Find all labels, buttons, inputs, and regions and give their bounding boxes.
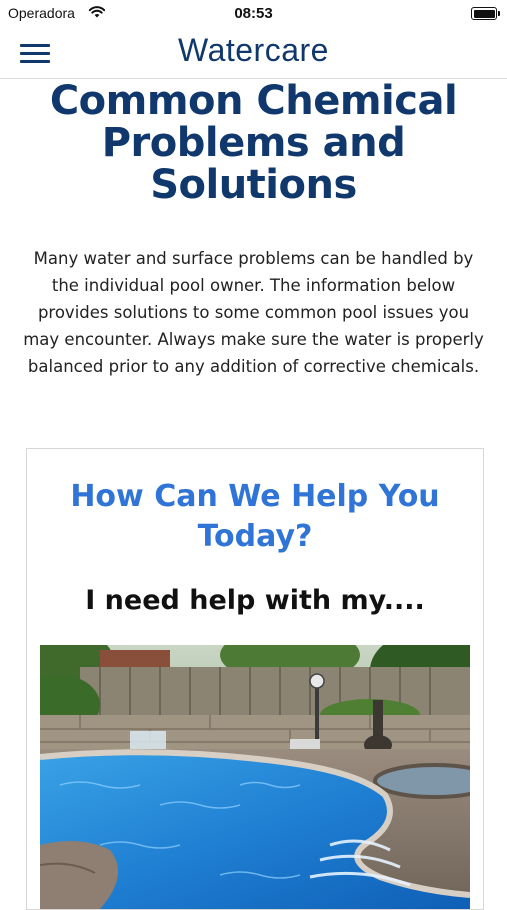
pool-photo-illustration [40, 645, 470, 909]
help-card: How Can We Help You Today? I need help w… [26, 448, 484, 910]
clock: 08:53 [234, 5, 273, 22]
help-subheading: I need help with my.... [85, 585, 425, 616]
page-title: Common Chemical Problems and Solutions [49, 78, 458, 208]
intro-paragraph: Many water and surface problems can be h… [23, 249, 484, 376]
pool-category-image[interactable] [40, 645, 470, 909]
battery-icon [471, 7, 500, 20]
brand-logo-text[interactable]: Watercare [0, 32, 507, 69]
status-bar: Operadora 08:53 [0, 0, 507, 28]
help-heading: How Can We Help You Today? [70, 479, 440, 554]
app-header: Watercare [0, 28, 507, 79]
